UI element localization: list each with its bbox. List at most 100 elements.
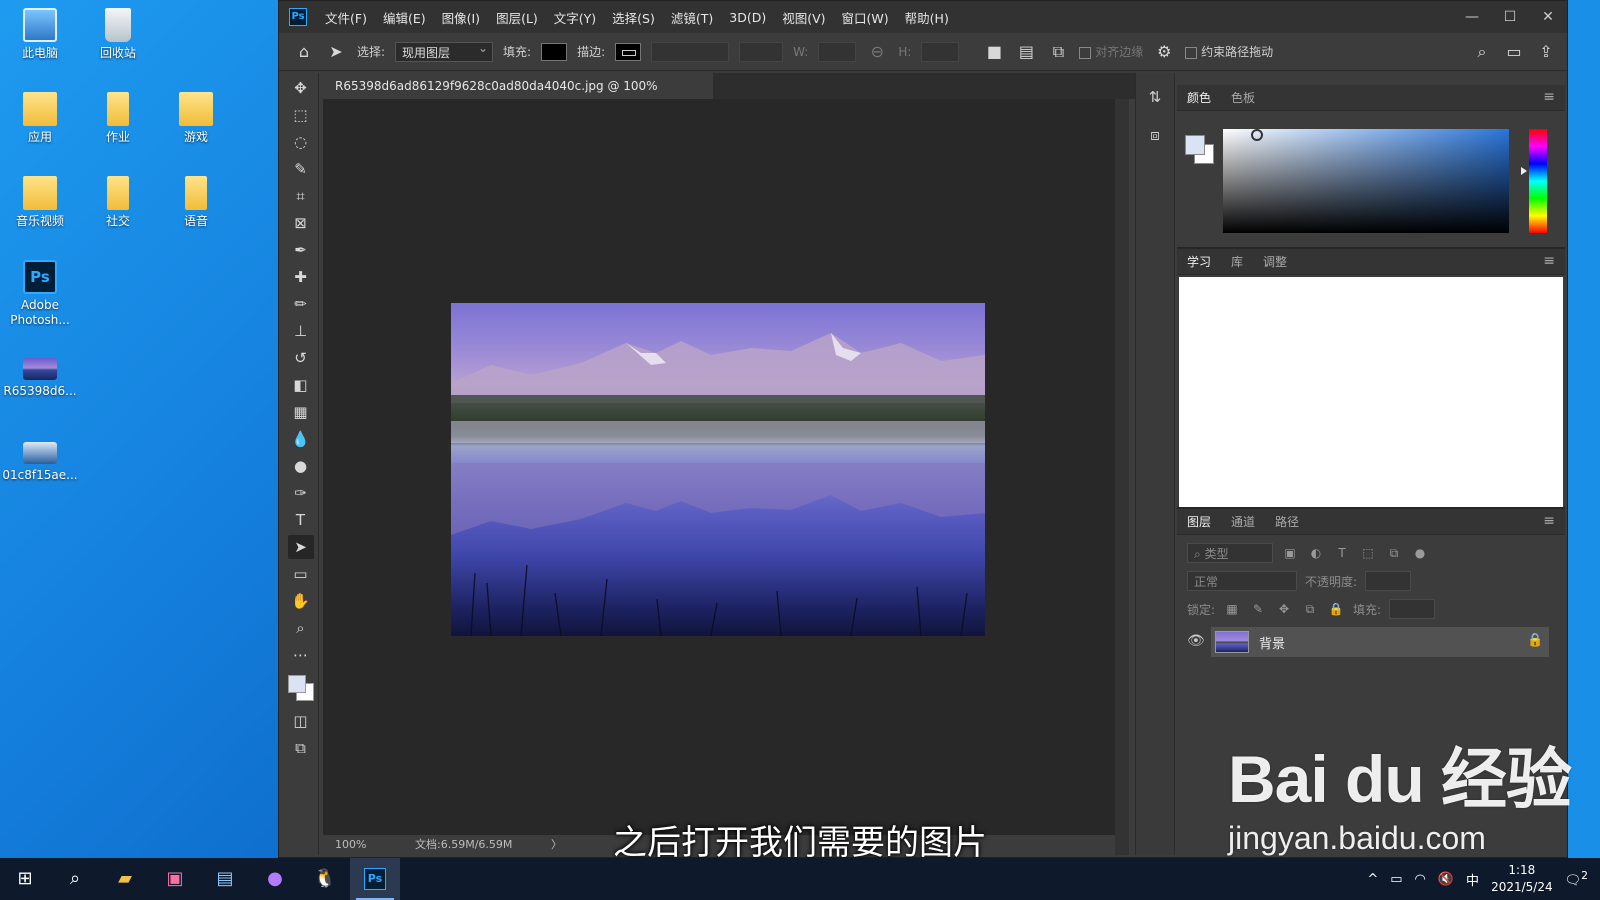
tab-color[interactable]: 颜色	[1185, 89, 1223, 106]
canvas-area[interactable]	[323, 99, 1115, 835]
eyedropper-tool-icon[interactable]: ✒	[288, 238, 314, 262]
color-picker-field[interactable]	[1223, 129, 1509, 233]
wifi-icon[interactable]: ◠	[1415, 872, 1426, 887]
color-panel-swatches[interactable]	[1185, 135, 1215, 165]
marquee-tool-icon[interactable]: ⬚	[288, 103, 314, 127]
color-picker-ring[interactable]	[1251, 129, 1263, 141]
document-image[interactable]	[451, 303, 985, 636]
filter-pixel-icon[interactable]: ▣	[1281, 546, 1299, 560]
panel-menu-icon[interactable]: ≡	[1543, 513, 1555, 529]
tab-layers[interactable]: 图层	[1185, 513, 1223, 530]
microphone-app-icon[interactable]: ●	[250, 858, 300, 900]
constrain-path-checkbox[interactable]	[1185, 46, 1198, 59]
clock[interactable]: 1:18 2021/5/24	[1491, 862, 1553, 896]
share-icon[interactable]: ⇪	[1535, 41, 1557, 63]
blend-mode-dropdown[interactable]: 正常	[1187, 571, 1297, 591]
hand-tool-icon[interactable]: ✋	[288, 589, 314, 613]
menu-image[interactable]: 图像(I)	[442, 8, 480, 27]
hue-slider-handle[interactable]	[1521, 167, 1527, 175]
desktop-icon-this-pc[interactable]: 此电脑	[2, 8, 78, 61]
width-field[interactable]	[818, 41, 857, 62]
lasso-tool-icon[interactable]: ◌	[288, 130, 314, 154]
desktop-icon-image-file-1[interactable]: R65398d6...	[2, 350, 78, 399]
document-tab[interactable]: R65398d6ad86129f9628c0ad80da4040c.jpg @ …	[323, 73, 713, 119]
quick-mask-icon[interactable]: ◫	[288, 709, 314, 733]
fill-field[interactable]	[1389, 599, 1436, 619]
file-explorer-icon[interactable]: ▰	[100, 858, 150, 900]
menu-help[interactable]: 帮助(H)	[905, 8, 949, 27]
stroke-type-dropdown[interactable]	[739, 41, 784, 62]
desktop-icon-games[interactable]: 游戏	[158, 92, 234, 145]
tv-app-icon[interactable]: ▣	[150, 858, 200, 900]
frame-tool-icon[interactable]: ⊠	[288, 211, 314, 235]
battery-icon[interactable]: ▭	[1390, 872, 1402, 887]
link-icon[interactable]: ⊖	[866, 41, 888, 63]
pen-tool-icon[interactable]: ✑	[288, 481, 314, 505]
panel-menu-icon[interactable]: ≡	[1543, 253, 1555, 269]
filter-smart-object-icon[interactable]: ⧉	[1385, 546, 1403, 561]
lock-position-icon[interactable]: ✥	[1275, 602, 1293, 616]
tab-channels[interactable]: 通道	[1229, 513, 1267, 530]
lock-transparent-icon[interactable]: ▦	[1223, 602, 1241, 616]
foreground-background-colors[interactable]	[286, 673, 316, 703]
align-edges-option[interactable]: 对齐边缘	[1079, 43, 1143, 60]
path-arrangement-icon[interactable]: ⧉	[1047, 41, 1069, 63]
properties-panel-icon[interactable]: ⧈	[1141, 121, 1169, 149]
qq-icon[interactable]: 🐧	[300, 858, 350, 900]
desktop-icon-social[interactable]: 社交	[80, 176, 156, 229]
workspace-icon[interactable]: ▭	[1503, 41, 1525, 63]
blur-tool-icon[interactable]: 💧	[288, 427, 314, 451]
tab-paths[interactable]: 路径	[1273, 513, 1311, 530]
lock-artboard-icon[interactable]: ⧉	[1301, 602, 1319, 617]
home-icon[interactable]: ⌂	[293, 41, 315, 63]
desktop-icon-apps[interactable]: 应用	[2, 92, 78, 145]
input-method-indicator[interactable]: 中	[1466, 870, 1479, 889]
foreground-color-swatch[interactable]	[1185, 135, 1205, 155]
filter-toggle-icon[interactable]: ●	[1411, 546, 1429, 560]
control-panel-icon[interactable]: ▤	[200, 858, 250, 900]
gradient-tool-icon[interactable]: ▦	[288, 400, 314, 424]
menu-edit[interactable]: 编辑(E)	[383, 8, 426, 27]
start-button[interactable]: ⊞	[0, 858, 50, 900]
history-brush-tool-icon[interactable]: ↺	[288, 346, 314, 370]
lock-all-icon[interactable]: 🔒	[1327, 602, 1345, 616]
path-selection-tool-icon[interactable]: ➤	[325, 41, 347, 63]
healing-brush-tool-icon[interactable]: ✚	[288, 265, 314, 289]
volume-muted-icon[interactable]: 🔇	[1438, 872, 1454, 887]
rectangle-tool-icon[interactable]: ▭	[288, 562, 314, 586]
history-panel-icon[interactable]: ⇅	[1141, 83, 1169, 111]
filter-type-icon[interactable]: T	[1333, 546, 1351, 560]
menu-layer[interactable]: 图层(L)	[496, 8, 538, 27]
desktop-icon-homework[interactable]: 作业	[80, 92, 156, 145]
menu-filter[interactable]: 滤镜(T)	[671, 8, 713, 27]
dodge-tool-icon[interactable]: ●	[288, 454, 314, 478]
close-button[interactable]: ✕	[1529, 9, 1567, 25]
type-tool-icon[interactable]: T	[288, 508, 314, 532]
desktop-icon-image-file-2[interactable]: 01c8f15ae...	[2, 434, 78, 483]
notification-center-icon[interactable]: 🗨2	[1565, 869, 1588, 888]
menu-type[interactable]: 文字(Y)	[554, 8, 596, 27]
chevron-up-icon[interactable]: ^	[1367, 872, 1378, 887]
quick-selection-tool-icon[interactable]: ✎	[288, 157, 314, 181]
tab-libraries[interactable]: 库	[1229, 253, 1255, 270]
panel-menu-icon[interactable]: ≡	[1543, 89, 1555, 105]
search-icon[interactable]: ⌕	[50, 858, 100, 900]
zoom-level[interactable]: 100%	[335, 835, 366, 855]
search-icon[interactable]: ⌕	[1471, 41, 1493, 63]
stroke-width-field[interactable]	[651, 41, 730, 62]
filter-adjustment-icon[interactable]: ◐	[1307, 546, 1325, 560]
menu-file[interactable]: 文件(F)	[325, 8, 367, 27]
stroke-swatch[interactable]	[615, 42, 642, 61]
foreground-color-swatch[interactable]	[287, 675, 306, 693]
path-selection-tool-icon[interactable]: ➤	[287, 535, 314, 559]
menu-window[interactable]: 窗口(W)	[842, 8, 889, 27]
more-tools-icon[interactable]: ⋯	[288, 643, 314, 667]
desktop-icon-music-video[interactable]: 音乐视频	[2, 176, 78, 229]
fill-swatch[interactable]	[541, 42, 568, 61]
brush-tool-icon[interactable]: ✏	[288, 292, 314, 316]
maximize-button[interactable]: ☐	[1491, 9, 1529, 25]
minimize-button[interactable]: —	[1453, 9, 1491, 25]
eraser-tool-icon[interactable]: ◧	[288, 373, 314, 397]
crop-tool-icon[interactable]: ⌗	[288, 184, 314, 208]
gear-icon[interactable]: ⚙	[1153, 41, 1175, 63]
